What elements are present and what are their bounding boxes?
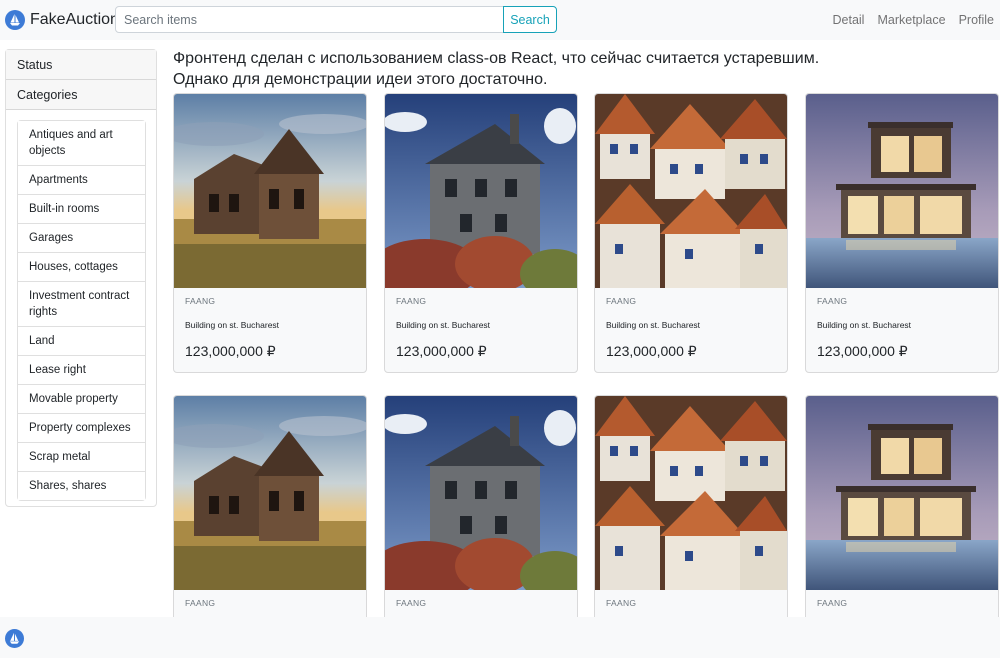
filter-sidebar: Status Categories Antiques and art objec…	[5, 49, 157, 507]
card-company: FAANG	[185, 598, 216, 608]
modern-villa-photo	[806, 396, 998, 590]
search-button[interactable]: Search	[503, 6, 557, 33]
card-body: FAANG Building on st. Bucharest 123,000,…	[806, 296, 998, 360]
category-item-land[interactable]: Land	[18, 327, 145, 356]
search-input[interactable]	[115, 6, 504, 33]
bottom-bar	[0, 617, 1000, 658]
old-wooden-house-photo	[174, 396, 366, 590]
nav-links: Detail Marketplace Profile	[820, 0, 995, 40]
card-company: FAANG	[396, 296, 427, 306]
category-item-movable-property[interactable]: Movable property	[18, 385, 145, 414]
card-body: FAANG Building on st. Bucharest 123,000,…	[595, 296, 787, 360]
category-item-investment-rights[interactable]: Investment contract rights	[18, 282, 145, 327]
page-heading-line-2: Однако для демонстрации идеи этого доста…	[173, 71, 548, 88]
card-company: FAANG	[606, 598, 637, 608]
stone-mansion-photo	[385, 396, 577, 590]
item-card[interactable]: FAANG Building on st. Bucharest 123,000,…	[594, 93, 788, 373]
brand-link[interactable]: FakeAuction	[5, 10, 119, 30]
card-company: FAANG	[396, 598, 427, 608]
card-price: 123,000,000 ₽	[606, 343, 697, 359]
category-item-lease-right[interactable]: Lease right	[18, 356, 145, 385]
card-company: FAANG	[606, 296, 637, 306]
card-price: 123,000,000 ₽	[817, 343, 908, 359]
item-card[interactable]: FAANG Building on st. Bucharest 123,000,…	[384, 93, 578, 373]
app-logo-icon[interactable]	[5, 629, 24, 648]
category-item-houses-cottages[interactable]: Houses, cottages	[18, 253, 145, 282]
category-item-apartments[interactable]: Apartments	[18, 166, 145, 195]
category-item-scrap-metal[interactable]: Scrap metal	[18, 443, 145, 472]
category-item-antiques[interactable]: Antiques and art objects	[18, 121, 145, 166]
stone-mansion-photo	[385, 94, 577, 288]
card-price: 123,000,000 ₽	[396, 343, 487, 359]
nav-link-marketplace[interactable]: Marketplace	[877, 13, 945, 27]
app-logo-icon	[5, 10, 25, 30]
top-navbar: FakeAuction Search Detail Marketplace Pr…	[0, 0, 1000, 40]
timbered-village-photo	[595, 94, 787, 288]
card-company: FAANG	[185, 296, 216, 306]
status-accordion-toggle[interactable]: Status	[6, 50, 156, 80]
card-company: FAANG	[817, 598, 848, 608]
page-heading: Фронтенд сделан с использованием class-о…	[173, 48, 993, 90]
card-title: Building on st. Bucharest	[606, 320, 701, 330]
category-item-property-complexes[interactable]: Property complexes	[18, 414, 145, 443]
card-body: FAANG Building on st. Bucharest 123,000,…	[174, 296, 366, 360]
categories-accordion-toggle[interactable]: Categories	[6, 80, 156, 110]
page-heading-line-1: Фронтенд сделан с использованием class-о…	[173, 50, 820, 67]
nav-link-profile[interactable]: Profile	[959, 13, 994, 27]
card-company: FAANG	[817, 296, 848, 306]
category-item-garages[interactable]: Garages	[18, 224, 145, 253]
item-card[interactable]: FAANG Building on st. Bucharest 123,000,…	[173, 93, 367, 373]
card-price: 123,000,000 ₽	[185, 343, 276, 359]
modern-villa-photo	[806, 94, 998, 288]
old-wooden-house-photo	[174, 94, 366, 288]
card-title: Building on st. Bucharest	[396, 320, 491, 330]
card-title: Building on st. Bucharest	[817, 320, 912, 330]
timbered-village-photo	[595, 396, 787, 590]
brand-name: FakeAuction	[30, 11, 119, 28]
nav-link-detail[interactable]: Detail	[833, 13, 865, 27]
category-item-built-in-rooms[interactable]: Built-in rooms	[18, 195, 145, 224]
card-title: Building on st. Bucharest	[185, 320, 280, 330]
category-item-shares[interactable]: Shares, shares	[18, 472, 145, 500]
category-list: Antiques and art objects Apartments Buil…	[17, 120, 146, 501]
card-body: FAANG Building on st. Bucharest 123,000,…	[385, 296, 577, 360]
item-card[interactable]: FAANG Building on st. Bucharest 123,000,…	[805, 93, 999, 373]
